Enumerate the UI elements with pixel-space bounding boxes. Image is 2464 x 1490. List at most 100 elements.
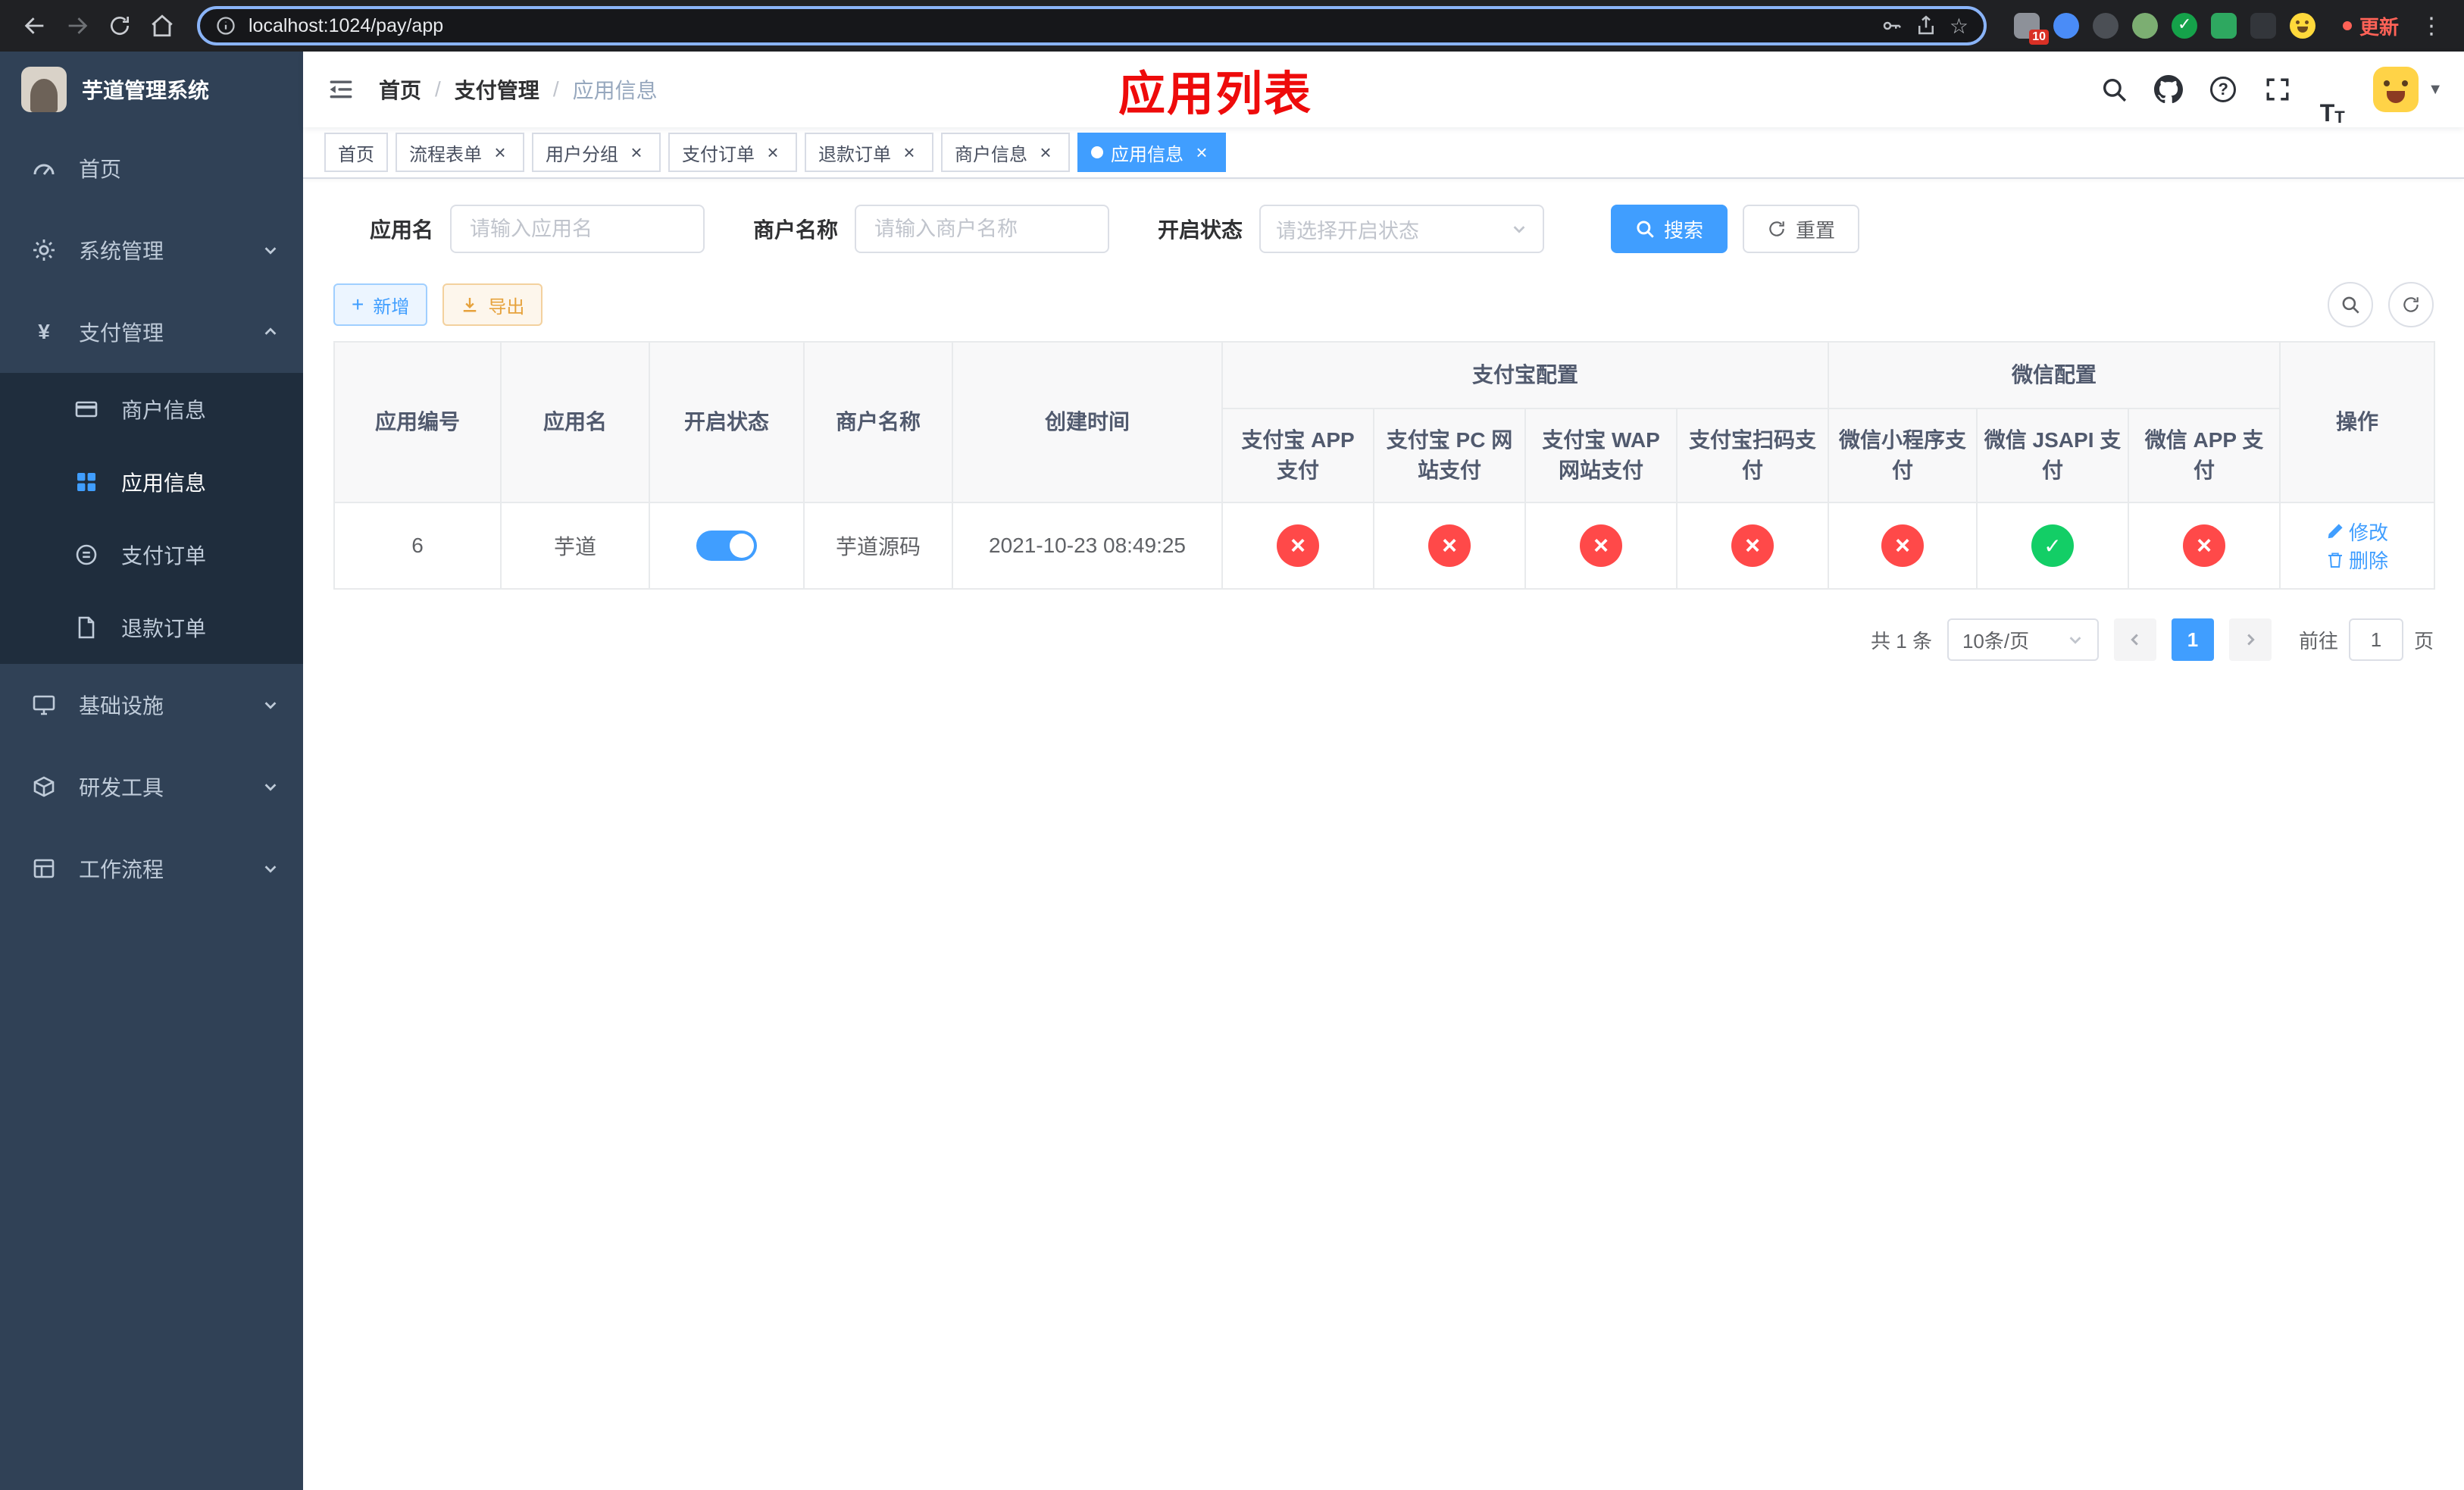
search-button[interactable]: 搜索 <box>1611 205 1728 253</box>
close-icon[interactable]: × <box>1191 142 1212 163</box>
pagination: 共 1 条 10条/页 1 前往 页 <box>333 618 2434 661</box>
goto-label: 前往 <box>2298 629 2338 653</box>
font-size-icon-button[interactable]: TT <box>2306 52 2358 127</box>
sidebar-item-payment-management[interactable]: ¥ 支付管理 <box>0 291 303 373</box>
user-avatar[interactable] <box>2373 67 2419 112</box>
puzzle-extension-icon[interactable]: 10 <box>2013 13 2049 45</box>
goto-input[interactable] <box>2348 618 2403 661</box>
sidebar-item-dev-tools[interactable]: 研发工具 <box>0 746 303 828</box>
browser-chrome: localhost:1024/pay/app ☆ 10 更新 ⋮ <box>0 0 2464 52</box>
breadcrumb-home[interactable]: 首页 <box>379 74 421 105</box>
alipay-wap-status-icon <box>1580 524 1622 567</box>
tab-pay-order[interactable]: 支付订单 × <box>668 133 797 172</box>
bookmark-star-icon[interactable]: ☆ <box>1950 14 1968 39</box>
url-bar[interactable]: localhost:1024/pay/app ☆ <box>197 6 1987 45</box>
search-form: 应用名 商户名称 开启状态 请选择开启状态 搜索 重置 <box>333 205 2434 253</box>
chevron-left-icon <box>2131 634 2138 646</box>
sidebar-subitem-app-info[interactable]: 应用信息 <box>0 446 303 518</box>
tab-process-form[interactable]: 流程表单 × <box>396 133 524 172</box>
chevron-down-icon <box>262 242 279 258</box>
toolbox-icon <box>30 775 58 799</box>
sidebar-item-infrastructure[interactable]: 基础设施 <box>0 664 303 746</box>
column-header: 微信 JSAPI 支付 <box>1976 408 2130 503</box>
tab-merchant-info[interactable]: 商户信息 × <box>941 133 1070 172</box>
home-button[interactable] <box>142 6 182 45</box>
close-icon[interactable]: × <box>899 142 920 163</box>
sidebar-item-home[interactable]: 首页 <box>0 127 303 209</box>
forward-button[interactable] <box>58 6 97 45</box>
refresh-table-button[interactable] <box>2388 282 2434 327</box>
chevron-right-icon <box>2247 634 2255 646</box>
column-header: 支付宝 PC 网站支付 <box>1373 408 1526 503</box>
sidebar-subitem-refund-order[interactable]: 退款订单 <box>0 591 303 664</box>
help-icon-button[interactable]: ? <box>2197 52 2249 127</box>
column-header: 创建时间 <box>952 341 1223 503</box>
refresh-icon <box>2403 297 2419 312</box>
update-button[interactable]: 更新 <box>2331 12 2411 40</box>
close-icon[interactable]: × <box>1035 142 1056 163</box>
app-name-input[interactable] <box>450 205 705 253</box>
close-icon[interactable]: × <box>489 142 511 163</box>
extension-icon[interactable] <box>2092 13 2118 39</box>
page-1-button[interactable]: 1 <box>2171 618 2214 661</box>
trash-icon <box>2328 552 2343 568</box>
search-icon <box>1637 221 1654 238</box>
fullscreen-icon-button[interactable] <box>2252 52 2303 127</box>
info-icon[interactable] <box>215 15 236 36</box>
back-button[interactable] <box>15 6 55 45</box>
navbar-actions: ? TT ▼ <box>2088 52 2464 127</box>
chevron-down-icon <box>262 696 279 713</box>
edit-link[interactable]: 修改 <box>2326 518 2388 546</box>
add-button[interactable]: + 新增 <box>333 283 428 326</box>
reload-button[interactable] <box>100 6 139 45</box>
prev-page-button[interactable] <box>2113 618 2156 661</box>
extension-icon[interactable] <box>2053 13 2079 39</box>
column-header: 商户名称 <box>803 341 953 503</box>
check-extension-icon[interactable] <box>2171 13 2197 39</box>
tab-app-info[interactable]: 应用信息 × <box>1077 133 1226 172</box>
plus-icon: + <box>352 293 364 316</box>
browser-menu-button[interactable]: ⋮ <box>2414 13 2449 39</box>
close-icon[interactable]: × <box>626 142 647 163</box>
tab-user-group[interactable]: 用户分组 × <box>532 133 661 172</box>
tab-refund-order[interactable]: 退款订单 × <box>805 133 933 172</box>
close-icon[interactable]: × <box>762 142 783 163</box>
share-icon[interactable] <box>1915 14 1937 37</box>
dark-puzzle-extension-icon[interactable] <box>2250 13 2276 39</box>
github-icon-button[interactable] <box>2143 52 2194 127</box>
cell-merchant-name: 芋道源码 <box>803 502 953 590</box>
sidebar-subitem-merchant-info[interactable]: 商户信息 <box>0 373 303 446</box>
extension-icon[interactable] <box>2210 13 2237 39</box>
emoji-extension-icon[interactable] <box>2289 13 2315 39</box>
next-page-button[interactable] <box>2228 618 2272 661</box>
search-icon-button[interactable] <box>2088 52 2140 127</box>
extension-badge: 10 <box>2029 30 2049 45</box>
key-icon[interactable] <box>1880 14 1903 37</box>
status-select[interactable]: 请选择开启状态 <box>1259 205 1544 253</box>
caret-down-icon[interactable]: ▼ <box>2428 81 2443 99</box>
page-size-select[interactable]: 10条/页 <box>1946 618 2099 661</box>
column-header: 操作 <box>2279 341 2436 503</box>
tab-home[interactable]: 首页 <box>324 133 388 172</box>
delete-link[interactable]: 删除 <box>2326 546 2388 574</box>
alipay-pc-status-icon <box>1428 524 1471 567</box>
extension-icon[interactable] <box>2131 13 2158 39</box>
page-title-overlay: 应用列表 <box>1118 68 1313 121</box>
status-toggle[interactable] <box>696 531 757 561</box>
sidebar-item-system-management[interactable]: 系统管理 <box>0 209 303 291</box>
breadcrumb-current: 应用信息 <box>572 79 658 102</box>
toggle-search-button[interactable] <box>2328 282 2373 327</box>
chevron-down-icon <box>1513 226 1525 233</box>
app-logo[interactable]: 芋道管理系统 <box>0 52 303 127</box>
column-header: 开启状态 <box>649 341 805 503</box>
reset-button[interactable]: 重置 <box>1743 205 1860 253</box>
export-button[interactable]: 导出 <box>442 283 543 326</box>
wechat-jsapi-status-icon <box>2031 524 2075 567</box>
breadcrumb-payment[interactable]: 支付管理 <box>455 74 539 105</box>
sidebar-item-workflow[interactable]: 工作流程 <box>0 828 303 909</box>
sidebar-subitem-pay-order[interactable]: 支付订单 <box>0 518 303 591</box>
search-icon <box>2342 296 2359 314</box>
merchant-name-label: 商户名称 <box>752 218 838 242</box>
sidebar-toggle[interactable] <box>303 52 379 127</box>
merchant-name-input[interactable] <box>855 205 1109 253</box>
